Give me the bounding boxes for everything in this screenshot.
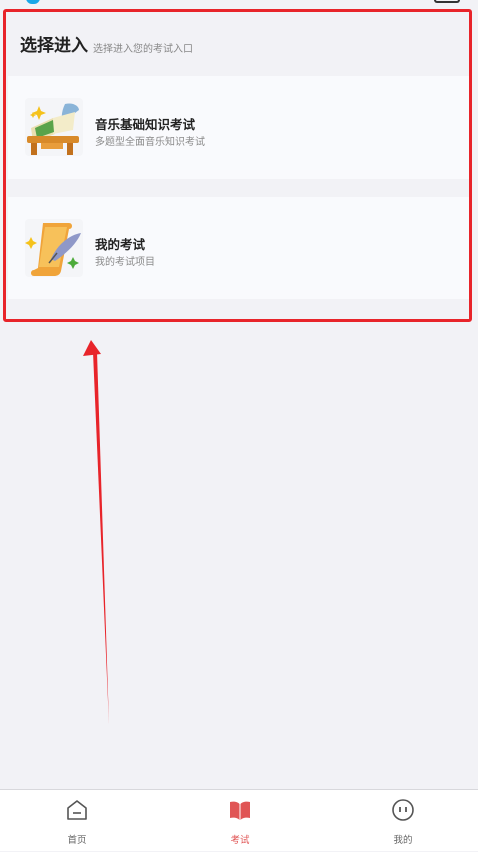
scroll-and-quill-icon bbox=[25, 219, 83, 277]
card-description: 多题型全面音乐知识考试 bbox=[95, 137, 205, 148]
tab-label: 我的 bbox=[393, 835, 413, 846]
exam-card-my-exams[interactable]: 我的考试 我的考试项目 bbox=[8, 197, 470, 299]
card-title: 音乐基础知识考试 bbox=[95, 117, 196, 132]
exam-card-music-basics[interactable]: 音乐基础知识考试 多题型全面音乐知识考试 bbox=[8, 76, 470, 179]
status-bar bbox=[0, 0, 478, 8]
tab-exam[interactable]: 考试 bbox=[180, 790, 300, 852]
card-title: 我的考试 bbox=[95, 237, 146, 252]
section-title: 选择进入 bbox=[20, 36, 88, 56]
tab-label: 考试 bbox=[230, 835, 250, 846]
tab-label: 首页 bbox=[67, 835, 87, 846]
section-header: 选择进入 选择进入您的考试入口 bbox=[8, 12, 470, 74]
face-icon bbox=[392, 799, 414, 821]
tab-mine[interactable]: 我的 bbox=[343, 790, 463, 852]
card-description: 我的考试项目 bbox=[95, 257, 155, 268]
battery-icon bbox=[434, 0, 460, 3]
home-icon bbox=[67, 800, 87, 820]
book-icon bbox=[230, 801, 250, 820]
open-book-on-desk-icon bbox=[25, 98, 83, 156]
tab-home[interactable]: 首页 bbox=[17, 790, 137, 852]
status-indicator-icon bbox=[26, 0, 40, 4]
section-subtitle: 选择进入您的考试入口 bbox=[93, 44, 193, 55]
bottom-tab-bar: 首页 考试 我的 bbox=[0, 789, 478, 851]
